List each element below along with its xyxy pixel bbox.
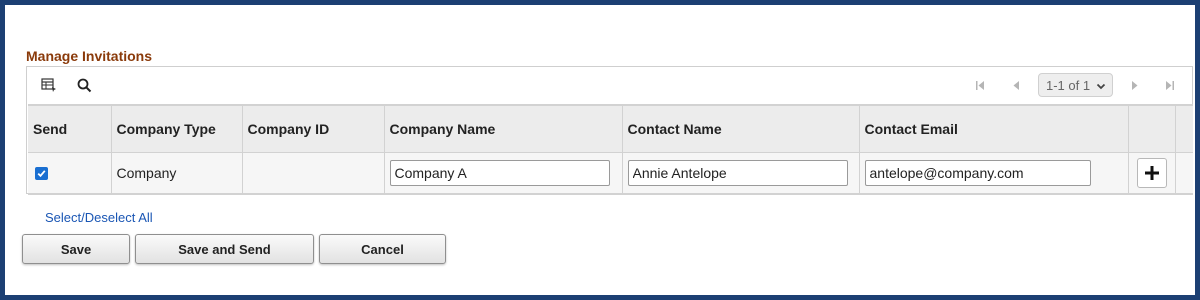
section-title: Manage Invitations: [26, 48, 153, 64]
table-header-row: Send Company Type Company ID Company Nam…: [28, 104, 1193, 153]
company-type-cell: Company: [111, 152, 243, 195]
save-button[interactable]: Save: [22, 234, 130, 264]
column-header-contact-email: Contact Email: [859, 104, 1129, 153]
cancel-button[interactable]: Cancel: [319, 234, 446, 264]
page-range-text: 1-1 of 1: [1046, 77, 1091, 93]
last-page-icon[interactable]: [1163, 77, 1177, 93]
company-name-input[interactable]: [389, 160, 610, 186]
plus-icon: [1144, 166, 1159, 180]
contact-name-input[interactable]: [627, 160, 848, 186]
actions-cell: [1128, 152, 1176, 195]
contact-name-cell: [622, 152, 860, 195]
column-header-spacer: [1175, 104, 1193, 153]
table-row: Company: [28, 152, 1193, 195]
company-id-cell: [242, 152, 385, 195]
previous-page-icon[interactable]: [1009, 77, 1023, 93]
grid-personalize-icon[interactable]: [40, 76, 58, 94]
add-row-button[interactable]: [1136, 158, 1167, 188]
page-range-select[interactable]: 1-1 of 1: [1038, 73, 1113, 97]
chevron-down-icon: [1096, 79, 1106, 94]
checkmark-icon: [37, 170, 46, 178]
send-cell: [28, 152, 112, 195]
contact-email-input[interactable]: [864, 160, 1091, 186]
company-name-cell: [384, 152, 623, 195]
first-page-icon[interactable]: [973, 77, 987, 93]
column-header-send: Send: [28, 104, 112, 153]
column-header-actions: [1128, 104, 1176, 153]
next-page-icon[interactable]: [1128, 77, 1142, 93]
send-checkbox[interactable]: [35, 167, 48, 180]
invitations-grid: 1-1 of 1 Send Company Type Company ID Co…: [26, 66, 1193, 195]
spacer-cell: [1175, 152, 1193, 195]
contact-email-cell: [859, 152, 1129, 195]
save-and-send-button[interactable]: Save and Send: [135, 234, 314, 264]
column-header-company-id: Company ID: [242, 104, 385, 153]
column-header-company-name: Company Name: [384, 104, 623, 153]
column-header-company-type: Company Type: [111, 104, 243, 153]
grid-toolbar: 1-1 of 1: [27, 67, 1192, 104]
window-frame: Manage Invitations 1-1 of 1 Send Company…: [0, 0, 1200, 300]
select-deselect-all-link[interactable]: Select/Deselect All: [45, 210, 153, 225]
invitations-table: Send Company Type Company ID Company Nam…: [28, 104, 1193, 195]
column-header-contact-name: Contact Name: [622, 104, 860, 153]
search-icon[interactable]: [75, 76, 93, 94]
